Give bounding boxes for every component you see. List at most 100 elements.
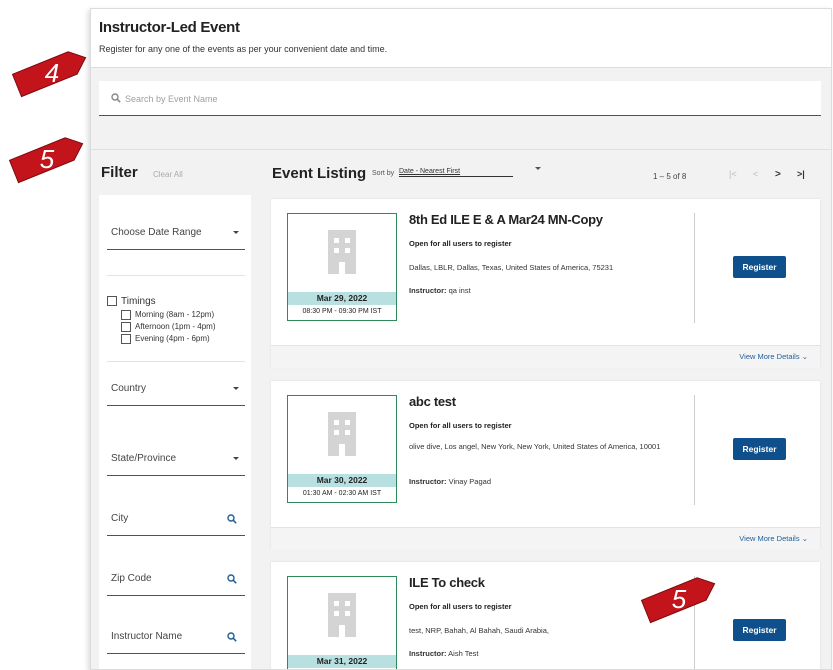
event-title[interactable]: 8th Ed ILE E & A Mar24 MN-Copy — [409, 212, 603, 227]
building-icon — [328, 412, 356, 456]
divider — [107, 361, 245, 362]
instructor-name-field[interactable]: Instructor Name — [107, 621, 245, 654]
event-availability: Open for all users to register — [409, 239, 512, 248]
state-label: State/Province — [111, 453, 177, 464]
event-availability: Open for all users to register — [409, 602, 512, 611]
callout-badge-4: 4 — [11, 51, 87, 98]
timings-label: Timings — [121, 296, 156, 307]
instructor-label: Instructor: — [409, 286, 447, 295]
building-icon — [328, 230, 356, 274]
date-range-dropdown[interactable]: Choose Date Range — [107, 217, 245, 250]
chevron-down-icon: ⌄ — [801, 534, 808, 543]
callout-badge-5-register: 5 — [640, 577, 716, 624]
register-button[interactable]: Register — [733, 438, 786, 460]
event-instructor: Instructor: qa inst — [409, 286, 471, 295]
event-address: Dallas, LBLR, Dallas, Texas, United Stat… — [409, 263, 614, 272]
page-subtitle: Register for any one of the events as pe… — [99, 44, 388, 54]
timing-option-label: Afternoon (1pm - 4pm) — [135, 322, 216, 331]
chevron-down-icon — [535, 167, 541, 170]
search-icon — [227, 632, 237, 642]
building-icon — [328, 593, 356, 637]
register-button[interactable]: Register — [733, 619, 786, 641]
checkbox-icon — [121, 333, 131, 344]
event-instructor: Instructor: Aish Test — [409, 649, 478, 658]
event-date: Mar 29, 2022 — [288, 292, 396, 305]
checkbox-icon — [107, 296, 117, 307]
last-page-button[interactable]: >| — [797, 169, 805, 179]
instructor-name: qa inst — [448, 286, 471, 295]
event-card: Mar 29, 2022 08:30 PM - 09:30 PM IST 8th… — [271, 199, 820, 368]
callout-number: 4 — [45, 58, 59, 88]
country-label: Country — [111, 383, 147, 394]
first-page-button[interactable]: |< — [729, 169, 737, 179]
view-more-details-link[interactable]: View More Details ⌄ — [739, 534, 808, 543]
divider — [694, 395, 695, 505]
clear-all-link[interactable]: Clear All — [153, 170, 183, 179]
register-button[interactable]: Register — [733, 256, 786, 278]
state-dropdown[interactable]: State/Province — [107, 443, 245, 476]
timing-option-label: Evening (4pm - 6pm) — [135, 334, 210, 343]
city-field[interactable]: City — [107, 503, 245, 536]
timings-filter: Timings Morning (8am - 12pm) Afternoon (… — [107, 295, 247, 345]
event-thumbnail: Mar 31, 2022 — [287, 576, 397, 669]
chevron-down-icon — [233, 457, 239, 460]
date-range-label: Choose Date Range — [111, 227, 202, 238]
prev-page-button[interactable]: < — [753, 169, 758, 179]
timing-option-evening[interactable]: Evening (4pm - 6pm) — [121, 333, 247, 345]
event-thumbnail: Mar 29, 2022 08:30 PM - 09:30 PM IST — [287, 213, 397, 321]
search-icon — [227, 514, 237, 524]
callout-badge-5: 5 — [8, 137, 84, 184]
search-icon — [111, 93, 121, 103]
zip-code-field[interactable]: Zip Code — [107, 563, 245, 596]
chevron-down-icon — [233, 231, 239, 234]
search-box[interactable] — [99, 81, 821, 116]
event-card: Mar 30, 2022 01:30 AM - 02:30 AM IST abc… — [271, 381, 820, 550]
instructor-label: Instructor: — [409, 477, 447, 486]
event-thumbnail: Mar 30, 2022 01:30 AM - 02:30 AM IST — [287, 395, 397, 503]
event-availability: Open for all users to register — [409, 421, 512, 430]
instructor-name: Aish Test — [448, 649, 479, 658]
chevron-down-icon — [233, 387, 239, 390]
sort-label: Sort by — [372, 170, 395, 177]
card-footer: View More Details ⌄ — [271, 345, 820, 368]
view-more-label: View More Details — [739, 534, 800, 543]
timing-option-afternoon[interactable]: Afternoon (1pm - 4pm) — [121, 321, 247, 333]
event-instructor: Instructor: Vinay Pagad — [409, 477, 491, 486]
callout-number: 5 — [672, 584, 687, 614]
timing-option-morning[interactable]: Morning (8am - 12pm) — [121, 309, 247, 321]
country-dropdown[interactable]: Country — [107, 373, 245, 406]
event-time: 08:30 PM - 09:30 PM IST — [302, 308, 382, 315]
event-card: Mar 31, 2022 ILE To check Open for all u… — [271, 562, 820, 669]
page-title: Instructor-Led Event — [99, 19, 240, 36]
search-input[interactable] — [123, 89, 727, 109]
divider — [107, 275, 245, 276]
instructor-label: Instructor: — [409, 649, 447, 658]
page-header: Instructor-Led Event Register for any on… — [91, 9, 831, 68]
chevron-down-icon: ⌄ — [801, 352, 808, 361]
event-date: Mar 30, 2022 — [288, 474, 396, 487]
instructor-name: Vinay Pagad — [448, 477, 491, 486]
checkbox-icon — [121, 321, 131, 332]
filter-title: Filter — [101, 164, 138, 181]
card-footer: View More Details ⌄ — [271, 527, 820, 550]
event-title[interactable]: ILE To check — [409, 575, 485, 590]
view-more-label: View More Details — [739, 352, 800, 361]
search-icon — [227, 574, 237, 584]
filter-panel: Choose Date Range Timings Morning (8am -… — [99, 195, 251, 669]
next-page-button[interactable]: > — [775, 169, 781, 180]
city-label: City — [111, 513, 129, 524]
timings-checkbox[interactable]: Timings — [107, 295, 247, 309]
event-time: 01:30 AM - 02:30 AM IST — [302, 490, 382, 497]
pager-range: 1 – 5 of 8 — [653, 172, 687, 181]
event-address: olive dive, Los angel, New York, New Yor… — [409, 442, 661, 451]
callout-number: 5 — [40, 144, 55, 174]
checkbox-icon — [121, 309, 131, 320]
sort-select[interactable]: Date - Nearest First — [399, 168, 513, 177]
event-address: test, NRP, Bahah, Al Bahah, Saudi Arabia… — [409, 626, 549, 635]
timing-option-label: Morning (8am - 12pm) — [135, 310, 215, 319]
event-title[interactable]: abc test — [409, 394, 456, 409]
view-more-details-link[interactable]: View More Details ⌄ — [739, 352, 808, 361]
divider — [91, 149, 831, 150]
divider — [694, 213, 695, 323]
event-listing-title: Event Listing — [272, 165, 367, 182]
